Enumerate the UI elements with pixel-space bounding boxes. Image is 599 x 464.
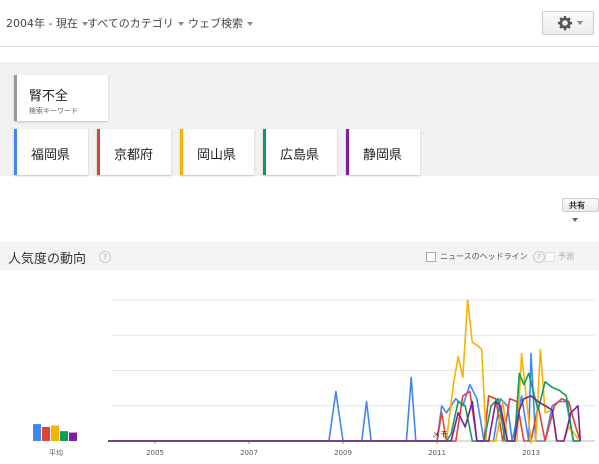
x-tick-label: 2005	[146, 449, 164, 457]
series-line	[108, 352, 581, 442]
x-tick-label: 2009	[334, 449, 352, 457]
average-bar	[42, 426, 50, 441]
series-line	[108, 372, 581, 442]
average-bar	[69, 432, 77, 441]
average-bars	[33, 424, 77, 441]
average-bar	[60, 431, 68, 441]
x-tick-label: 2011	[428, 449, 446, 457]
annotation-label[interactable]: メモ	[432, 430, 448, 439]
average-label: 平均	[49, 448, 63, 457]
trend-chart: 平均 2005 2007 2009 2011 2013 メモ	[33, 299, 595, 457]
chart-grid	[112, 299, 595, 442]
average-bar	[51, 425, 59, 441]
x-tick-label: 2007	[240, 449, 258, 457]
x-tick-label: 2013	[522, 449, 540, 457]
x-axis-ticks: 2005 2007 2009 2011 2013	[146, 441, 540, 457]
average-bar	[33, 424, 41, 441]
